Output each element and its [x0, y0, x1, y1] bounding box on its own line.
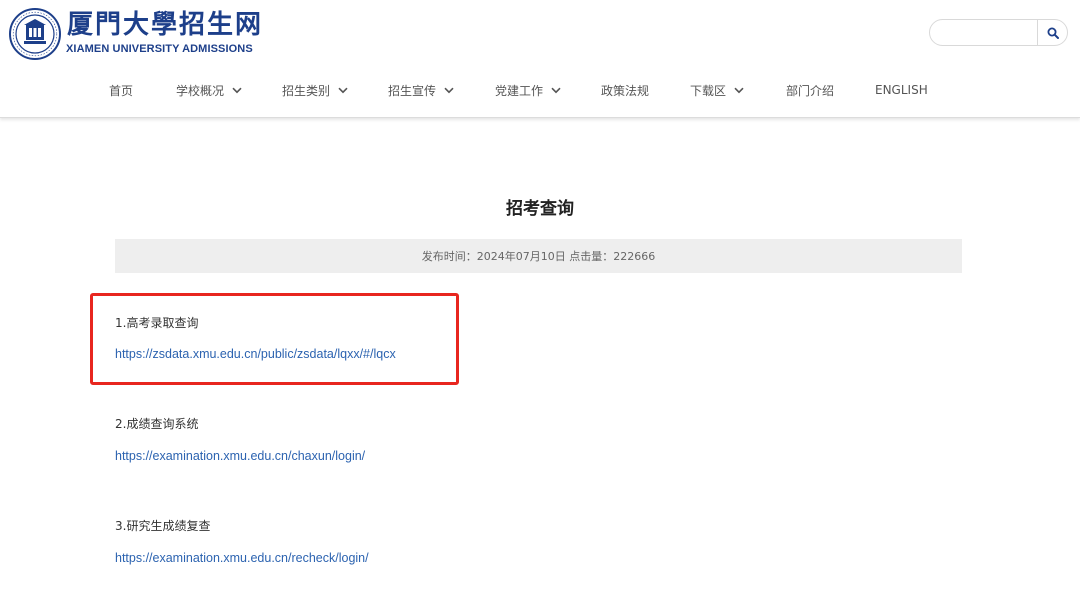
search-button[interactable] [1037, 20, 1067, 45]
site-logo-english[interactable]: XIAMEN UNIVERSITY ADMISSIONS [66, 43, 253, 55]
nav-item-label: 招生类别 [282, 83, 331, 98]
nav-item-downloads[interactable]: 下载区 [690, 78, 744, 102]
nav-item-policies[interactable]: 政策法规 [601, 78, 649, 102]
nav-item-label: 部门介绍 [786, 83, 835, 98]
site-logo-chinese[interactable]: 厦門大學招生网 [67, 10, 263, 40]
nav-item-label: 下载区 [690, 83, 727, 98]
nav-item-about[interactable]: 学校概况 [176, 78, 242, 102]
nav-item-publicity[interactable]: 招生宣传 [388, 78, 454, 102]
clicks-count: 222666 [613, 249, 656, 263]
entry-link-admission-query[interactable]: https://zsdata.xmu.edu.cn/public/zsdata/… [115, 347, 396, 361]
nav-item-english[interactable]: ENGLISH [875, 78, 928, 102]
clicks-label: 点击量： [569, 250, 614, 263]
nav-item-label: ENGLISH [875, 83, 928, 97]
site-header: 厦門大學招生网 XIAMEN UNIVERSITY ADMISSIONS 首页 … [0, 0, 1080, 118]
page-title: 招考查询 [506, 199, 574, 219]
university-seal-icon[interactable] [9, 8, 61, 60]
chevron-down-icon [232, 87, 242, 94]
search-input[interactable] [930, 20, 1038, 45]
main-nav: 首页 学校概况 招生类别 招生宣传 党建工作 政策法规 下载区 部门介绍 ENG… [0, 78, 1080, 102]
nav-item-party-work[interactable]: 党建工作 [495, 78, 561, 102]
publish-label: 发布时间： [421, 250, 477, 263]
nav-item-departments[interactable]: 部门介绍 [786, 78, 834, 102]
entry-link-score-recheck[interactable]: https://examination.xmu.edu.cn/recheck/l… [115, 551, 369, 565]
chevron-down-icon [734, 87, 744, 94]
nav-item-admission-types[interactable]: 招生类别 [282, 78, 348, 102]
entry-label: 2.成绩查询系统 [115, 417, 199, 431]
entry-label: 3.研究生成绩复查 [115, 519, 211, 533]
nav-item-label: 首页 [109, 83, 134, 98]
nav-item-label: 学校概况 [176, 83, 225, 98]
entry-link-score-query[interactable]: https://examination.xmu.edu.cn/chaxun/lo… [115, 449, 365, 463]
search-icon [1047, 27, 1059, 39]
chevron-down-icon [338, 87, 348, 94]
nav-item-label: 党建工作 [495, 83, 544, 98]
entry-label: 1.高考录取查询 [115, 316, 199, 330]
chevron-down-icon [444, 87, 454, 94]
highlight-annotation-box [90, 293, 459, 385]
search-box [929, 19, 1068, 46]
nav-item-label: 招生宣传 [388, 83, 437, 98]
article-meta: 发布时间： 2024年07月10日 点击量： 222666 [115, 239, 962, 273]
publish-date: 2024年07月10日 [476, 250, 566, 263]
nav-item-label: 政策法规 [601, 83, 650, 98]
chevron-down-icon [551, 87, 561, 94]
nav-item-home[interactable]: 首页 [109, 78, 133, 102]
